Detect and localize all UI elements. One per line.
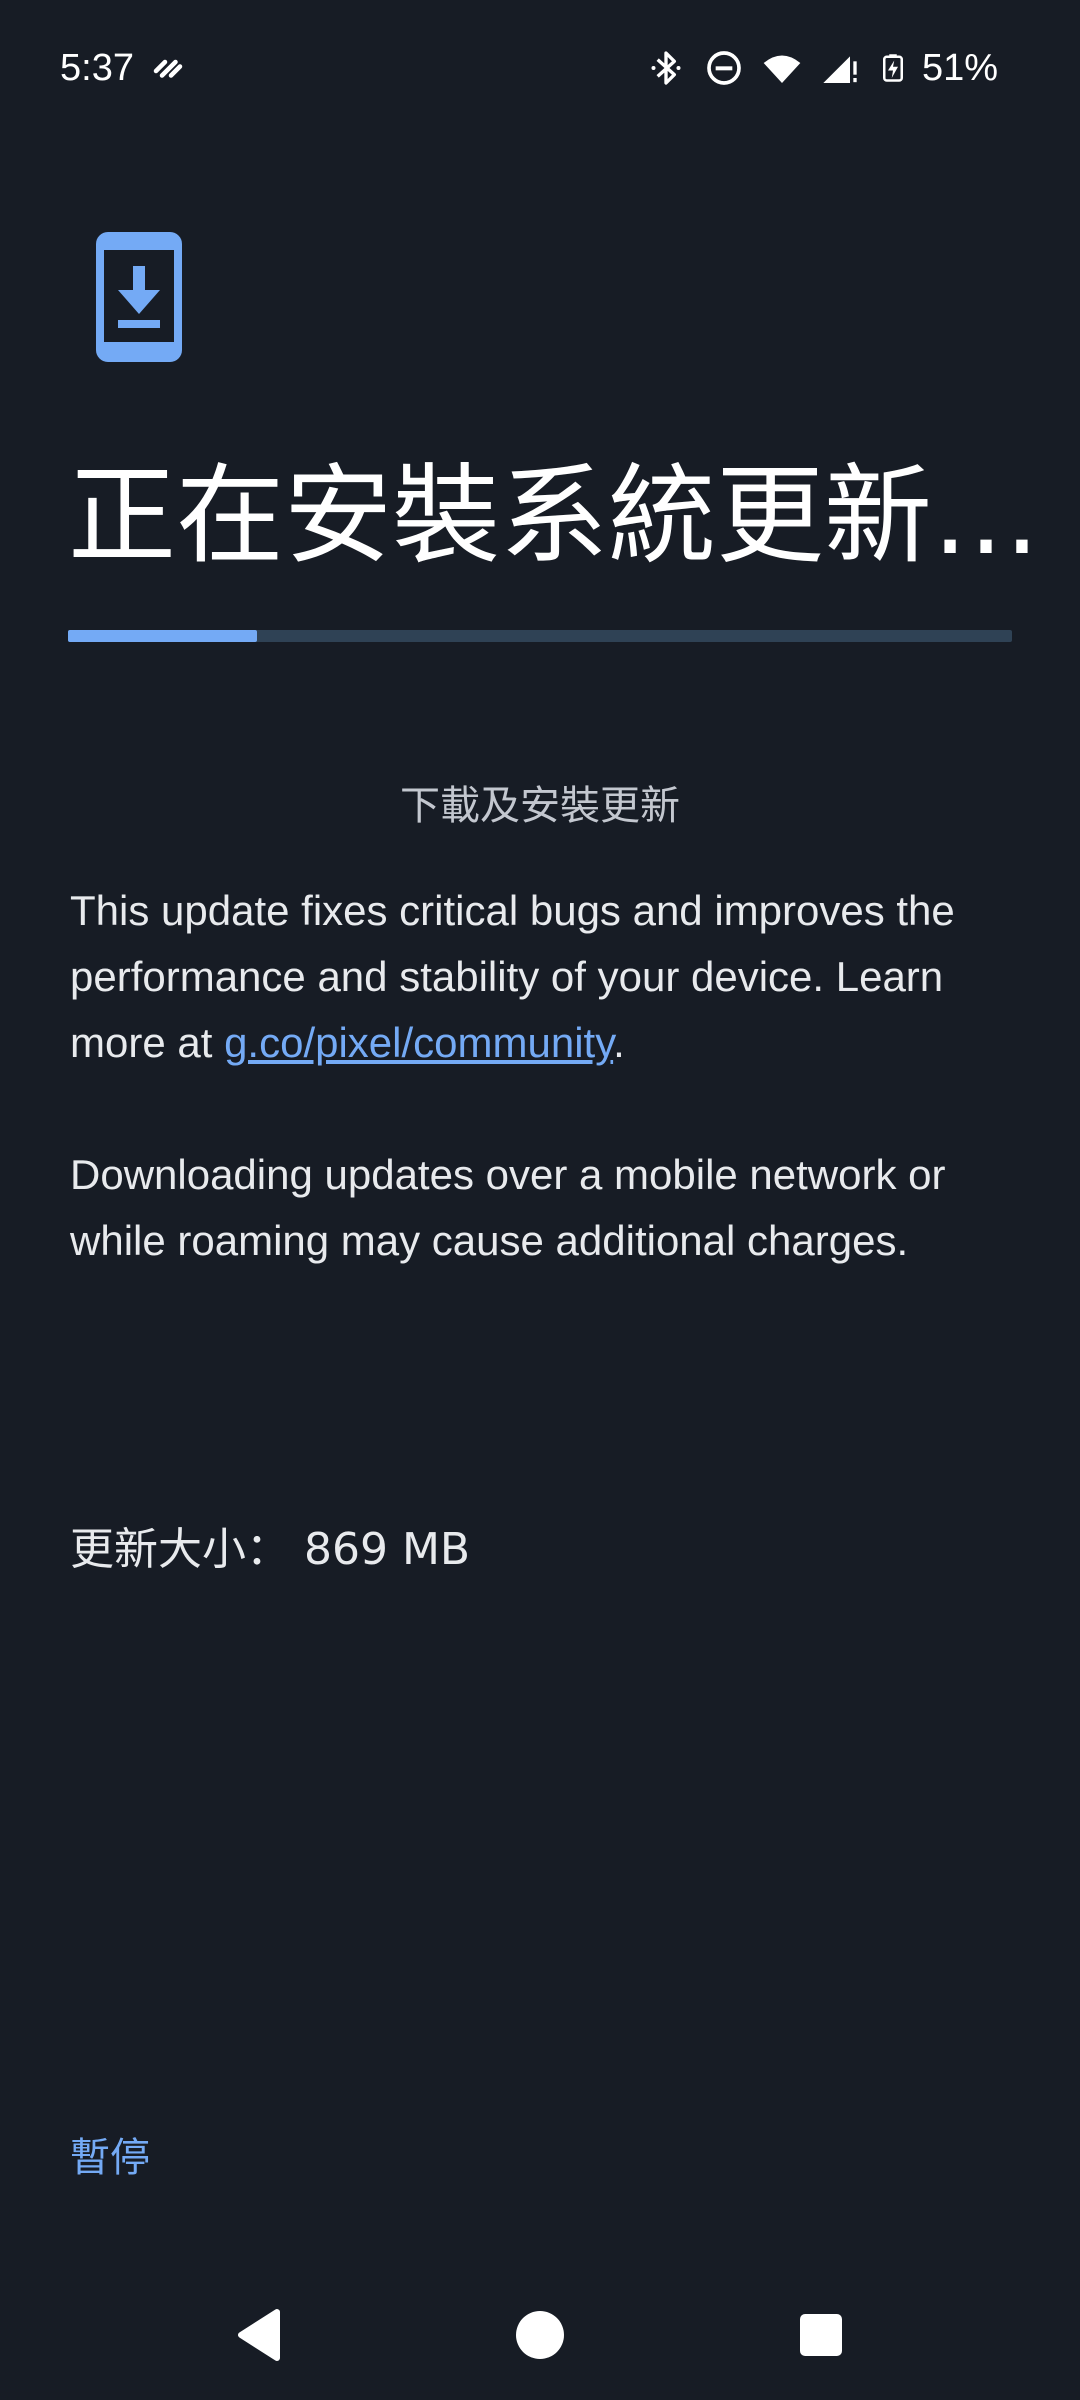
description-suffix: .	[613, 1019, 625, 1066]
home-icon[interactable]	[495, 2290, 585, 2380]
wifi-icon	[763, 55, 801, 83]
update-progress-fill	[68, 630, 257, 642]
back-icon[interactable]	[215, 2290, 305, 2380]
roaming-notice: Downloading updates over a mobile networ…	[70, 1151, 946, 1264]
signal-check-icon	[153, 59, 183, 78]
phone-download-icon	[96, 232, 182, 362]
battery-percent: 51%	[921, 47, 998, 89]
update-size-label: 更新大小：	[70, 1524, 290, 1575]
status-time: 5:37	[60, 47, 134, 89]
do-not-disturb-icon	[707, 51, 741, 85]
learn-more-link[interactable]: g.co/pixel/community	[224, 1019, 613, 1066]
bluetooth-icon	[651, 51, 681, 85]
update-progress-bar	[68, 630, 1012, 642]
battery-charging-icon	[882, 54, 903, 82]
system-update-screen: 5:37 51% 正在安裝系統更新… 下載及安裝更新 This update f…	[0, 0, 1080, 2400]
update-description: This update fixes critical bugs and impr…	[70, 878, 1020, 1076]
pause-button[interactable]: 暫停	[70, 2130, 150, 2186]
recents-icon[interactable]	[776, 2290, 866, 2380]
update-size-value: 869 MB	[304, 1524, 471, 1575]
navigation-bar	[0, 2290, 1080, 2380]
update-status-subtitle: 下載及安裝更新	[400, 783, 680, 829]
page-title: 正在安裝系統更新…	[68, 454, 1028, 579]
update-size: 更新大小： 869 MB	[70, 1520, 470, 1580]
status-icons: 51%	[628, 44, 998, 92]
status-bar: 5:37 51%	[0, 0, 1080, 130]
cellular-signal-icon	[823, 56, 857, 83]
